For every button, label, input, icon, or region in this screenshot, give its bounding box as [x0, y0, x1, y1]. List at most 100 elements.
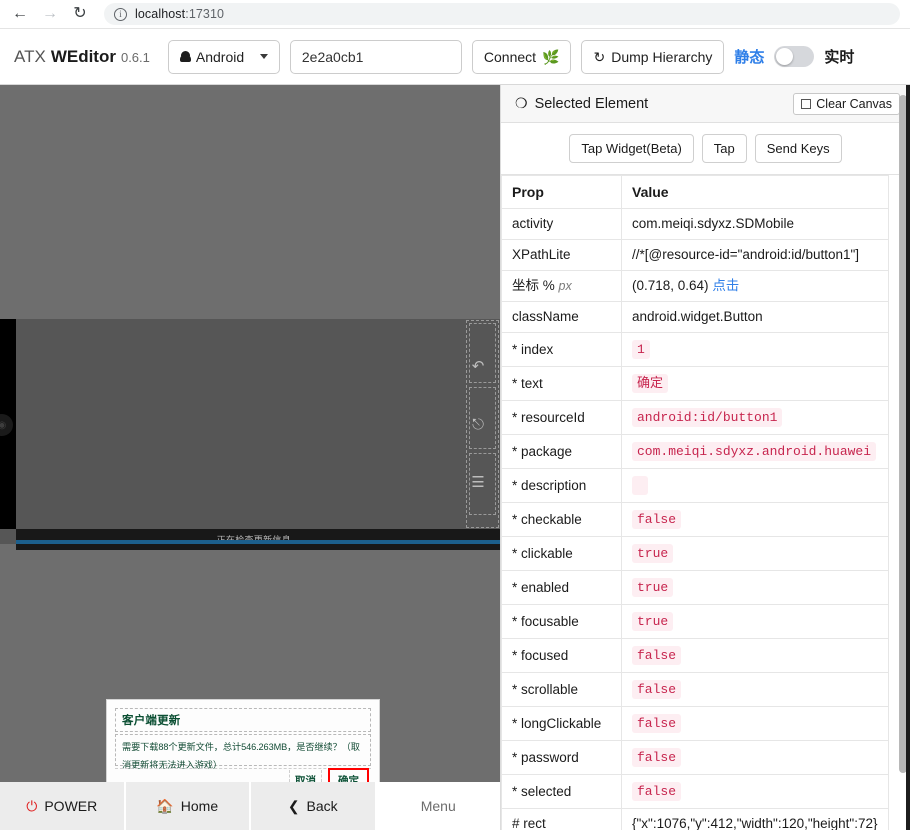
- back-icon[interactable]: ↶: [472, 359, 485, 374]
- table-row: * description: [501, 468, 889, 503]
- menu-icon[interactable]: ☰: [471, 475, 484, 490]
- home-icon: 🏠: [156, 798, 174, 814]
- mode-static-label[interactable]: 静态: [734, 46, 764, 67]
- property-value-cell: [621, 468, 889, 503]
- device-navbar: ↶ ⎋ ☰: [461, 319, 495, 529]
- property-value-code-empty: [632, 476, 648, 495]
- property-value-cell: android:id/button1: [621, 400, 889, 435]
- app-toolbar: ATX WEditor 0.6.1 Android 2e2a0cb1 Connec…: [0, 28, 910, 85]
- property-value-code: 确定: [632, 374, 669, 393]
- property-value-code: false: [632, 646, 682, 665]
- column-header-prop: Prop: [501, 175, 622, 209]
- property-value-cell: false: [621, 740, 889, 775]
- menu-button-label: Menu: [420, 798, 456, 814]
- property-name-cell: * selected: [501, 774, 622, 809]
- device-serial-value: 2e2a0cb1: [301, 48, 364, 65]
- property-value-cell: false: [621, 774, 889, 809]
- property-value-cell: com.meiqi.sdyxz.SDMobile: [621, 208, 889, 240]
- property-value-code: false: [632, 510, 682, 529]
- table-row: * focused false: [501, 638, 889, 673]
- mode-toggle-knob: [776, 48, 794, 65]
- screen-left-orb: ◉: [0, 414, 13, 436]
- table-row: * longClickable false: [501, 706, 889, 741]
- property-name-cell: className: [501, 301, 622, 333]
- mode-toggle[interactable]: [774, 46, 815, 67]
- seedling-icon: 🌿: [542, 48, 560, 65]
- table-row: * resourceId android:id/button1: [501, 400, 889, 435]
- power-button[interactable]: ⏻ POWER: [0, 782, 126, 830]
- send-keys-button[interactable]: Send Keys: [754, 134, 842, 163]
- tap-button[interactable]: Tap: [701, 134, 747, 163]
- property-name-cell: * enabled: [501, 570, 622, 605]
- inspector-title: ❍ Selected Element: [515, 95, 648, 112]
- brand-weditor: WEditor: [50, 46, 116, 66]
- property-value-cell: false: [621, 638, 889, 673]
- property-name-cell: * password: [501, 740, 622, 775]
- main-area: ◉ ↶ ⎋ ☰ 正在检查更新信息... 客户端更新 需要下载88个更新文件，总计…: [0, 85, 910, 830]
- power-icon: ⏻: [26, 798, 38, 814]
- browser-back-icon[interactable]: ←: [10, 4, 30, 24]
- property-value-cell: 确定: [621, 366, 889, 401]
- asterisk-circle-icon: ❍: [515, 95, 528, 111]
- table-row: * selected false: [501, 774, 889, 809]
- table-header-row: Prop Value: [501, 175, 889, 209]
- table-row: * text 确定: [501, 366, 889, 401]
- table-row: * package com.meiqi.sdyxz.android.huawei: [501, 434, 889, 469]
- chevron-down-icon: [259, 54, 268, 59]
- device-control-bar: ⏻ POWER 🏠 Home ❮ Back Menu: [0, 782, 500, 830]
- site-info-icon[interactable]: i: [114, 7, 127, 21]
- property-name-cell: * checkable: [501, 502, 622, 537]
- property-value-cell: false: [621, 672, 889, 707]
- table-row: activity com.meiqi.sdyxz.SDMobile: [501, 208, 889, 240]
- property-value-cell: (0.718, 0.64) 点击: [621, 270, 889, 302]
- address-bar[interactable]: i localhost:17310: [104, 3, 900, 25]
- property-name-cell: * longClickable: [501, 706, 622, 741]
- coordinate-tap-link[interactable]: 点击: [712, 278, 739, 293]
- property-value-cell: {"x":1076,"y":412,"width":120,"height":7…: [621, 808, 889, 830]
- property-value-cell: true: [621, 604, 889, 639]
- back-button[interactable]: ❮ Back: [251, 782, 377, 830]
- property-value-code: false: [632, 714, 682, 733]
- refresh-icon: ↻: [593, 48, 606, 65]
- property-name-cell: * resourceId: [501, 400, 622, 435]
- property-value-code: false: [632, 680, 682, 699]
- prop-coord-pct: %: [542, 278, 559, 293]
- table-row: XPathLite//*[@resource-id="android:id/bu…: [501, 239, 889, 271]
- property-value-cell: com.meiqi.sdyxz.android.huawei: [621, 434, 889, 469]
- menu-button[interactable]: Menu: [376, 782, 500, 830]
- property-value-code: false: [632, 782, 682, 801]
- platform-select[interactable]: Android: [167, 39, 280, 74]
- property-name-cell: * focusable: [501, 604, 622, 639]
- device-progress-line: [16, 540, 500, 544]
- dump-hierarchy-button[interactable]: ↻ Dump Hierarchy: [581, 39, 725, 74]
- tap-widget-button[interactable]: Tap Widget(Beta): [569, 134, 694, 163]
- column-header-value: Value: [621, 175, 889, 209]
- property-value-code: 1: [632, 340, 650, 359]
- mode-live-label[interactable]: 实时: [824, 46, 854, 67]
- device-screenshot[interactable]: ◉ ↶ ⎋ ☰ 正在检查更新信息... 客户端更新 需要下载88个更新文件，总计…: [0, 319, 500, 798]
- browser-reload-icon[interactable]: ↻: [70, 4, 90, 24]
- connect-button[interactable]: Connect 🌿: [471, 39, 572, 74]
- home-button[interactable]: 🏠 Home: [125, 782, 251, 830]
- property-name-cell: * index: [501, 332, 622, 367]
- back-button-label: Back: [306, 798, 338, 814]
- property-value-cell: android.widget.Button: [621, 301, 889, 333]
- clear-canvas-button[interactable]: Clear Canvas: [793, 92, 900, 115]
- screen-left-bezel: ◉: [0, 319, 16, 529]
- property-name-cell: * description: [501, 468, 622, 503]
- table-row: * scrollable false: [501, 672, 889, 707]
- window-right-edge: [906, 85, 910, 830]
- property-value-cell: true: [621, 536, 889, 571]
- device-serial-input[interactable]: 2e2a0cb1: [289, 39, 462, 74]
- checkbox-icon[interactable]: [801, 98, 812, 109]
- property-name-cell: # rect: [501, 808, 622, 830]
- platform-select-label: Android: [195, 48, 245, 65]
- device-canvas[interactable]: ◉ ↶ ⎋ ☰ 正在检查更新信息... 客户端更新 需要下载88个更新文件，总计…: [0, 85, 500, 830]
- android-icon: [179, 50, 191, 63]
- home-icon[interactable]: ⎋: [472, 417, 484, 432]
- property-name-cell: activity: [501, 208, 622, 240]
- prop-coord-label: 坐标: [512, 278, 543, 293]
- table-row: * focusable true: [501, 604, 889, 639]
- property-name-cell: 坐标 % px: [501, 270, 622, 302]
- browser-forward-icon[interactable]: →: [40, 4, 60, 24]
